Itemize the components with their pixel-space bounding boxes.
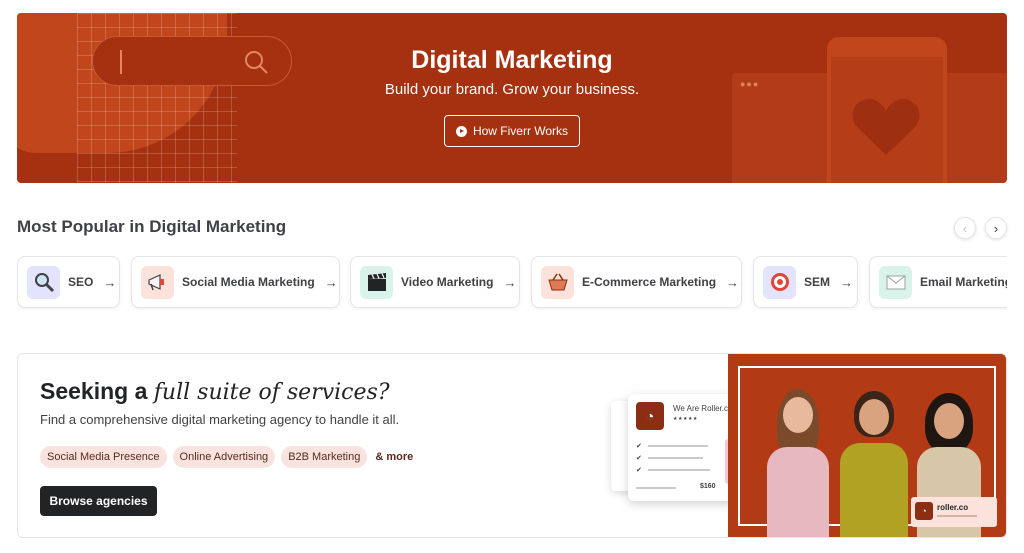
check-icon: ✔ bbox=[636, 443, 642, 450]
check-icon: ✔ bbox=[636, 455, 642, 462]
rating-stars-icon: ★★★★★ bbox=[673, 416, 698, 422]
heart-icon bbox=[852, 99, 920, 155]
agency-heading-plain: Seeking a bbox=[40, 378, 154, 404]
category-card-social-media-marketing[interactable]: Social Media Marketing → bbox=[131, 256, 340, 308]
arrow-right-icon: → bbox=[103, 274, 117, 290]
agency-banner: Seeking a full suite of services? Find a… bbox=[17, 353, 1007, 538]
target-icon bbox=[763, 265, 796, 299]
category-card-video-marketing[interactable]: Video Marketing → bbox=[350, 256, 520, 308]
category-label: SEO bbox=[68, 275, 94, 289]
agency-logo-icon: ◔ bbox=[636, 402, 664, 430]
hero-banner: ●●● Digital Marketing Build your brand. … bbox=[17, 13, 1007, 183]
popular-section-title: Most Popular in Digital Marketing bbox=[17, 217, 287, 236]
agency-tags: Social Media Presence Online Advertising… bbox=[40, 446, 413, 468]
chevron-left-icon: ‹ bbox=[962, 220, 968, 236]
agency-heading-italic: full suite of services? bbox=[153, 380, 390, 405]
text-line bbox=[636, 487, 676, 489]
more-tags-link[interactable]: & more bbox=[375, 451, 413, 463]
megaphone-icon bbox=[141, 265, 174, 299]
arrow-right-icon: → bbox=[726, 274, 740, 290]
category-card-seo[interactable]: SEO → bbox=[17, 256, 120, 308]
hero-subtitle: Build your brand. Grow your business. bbox=[384, 81, 640, 98]
text-line bbox=[937, 515, 977, 517]
agency-badge-logo-icon: ◔ bbox=[915, 502, 933, 520]
person-illustration bbox=[836, 389, 912, 537]
category-carousel: SEO → Social Media Marketing → Video Mar… bbox=[17, 256, 1007, 310]
arrow-right-icon: → bbox=[840, 274, 854, 290]
category-label: Video Marketing bbox=[401, 275, 494, 289]
text-line bbox=[648, 457, 703, 459]
carousel-next-button[interactable]: › bbox=[985, 217, 1007, 239]
agency-badge: ◔ roller.co bbox=[911, 497, 997, 527]
envelope-icon bbox=[879, 265, 912, 299]
category-card-sem[interactable]: SEM → bbox=[753, 256, 858, 308]
play-icon bbox=[455, 125, 467, 137]
agency-badge-name: roller.co bbox=[937, 503, 969, 512]
check-icon: ✔ bbox=[636, 467, 642, 474]
hero-title: Digital Marketing bbox=[411, 46, 613, 74]
carousel-prev-button[interactable]: ‹ bbox=[954, 217, 976, 239]
agency-tag[interactable]: B2B Marketing bbox=[281, 446, 368, 468]
agency-heading: Seeking a full suite of services? bbox=[40, 378, 390, 405]
chevron-right-icon: › bbox=[993, 220, 999, 236]
how-fiverr-works-button[interactable]: How Fiverr Works bbox=[444, 115, 580, 147]
person-illustration bbox=[763, 389, 833, 537]
basket-icon bbox=[541, 265, 574, 299]
category-label: SEM bbox=[804, 275, 831, 289]
text-line bbox=[648, 469, 710, 471]
arrow-right-icon: → bbox=[503, 274, 517, 290]
text-line bbox=[648, 445, 708, 447]
category-label: Email Marketing bbox=[920, 275, 1007, 289]
arrow-right-icon: → bbox=[324, 274, 338, 290]
category-card-e-commerce-marketing[interactable]: E-Commerce Marketing → bbox=[531, 256, 742, 308]
agency-tag[interactable]: Social Media Presence bbox=[40, 446, 167, 468]
browse-agencies-button[interactable]: Browse agencies bbox=[40, 486, 157, 516]
magnifier-icon bbox=[27, 265, 60, 299]
how-fiverr-works-label: How Fiverr Works bbox=[472, 124, 569, 138]
agency-card-name: We Are Roller.co bbox=[673, 404, 733, 413]
agency-description: Find a comprehensive digital marketing a… bbox=[40, 412, 400, 427]
agency-tag[interactable]: Online Advertising bbox=[172, 446, 276, 468]
category-label: E-Commerce Marketing bbox=[582, 275, 717, 289]
category-label: Social Media Marketing bbox=[182, 275, 315, 289]
clapperboard-icon bbox=[360, 265, 393, 299]
category-card-email-marketing[interactable]: Email Marketing bbox=[869, 256, 1007, 308]
agency-card-price: $160 bbox=[700, 483, 716, 490]
